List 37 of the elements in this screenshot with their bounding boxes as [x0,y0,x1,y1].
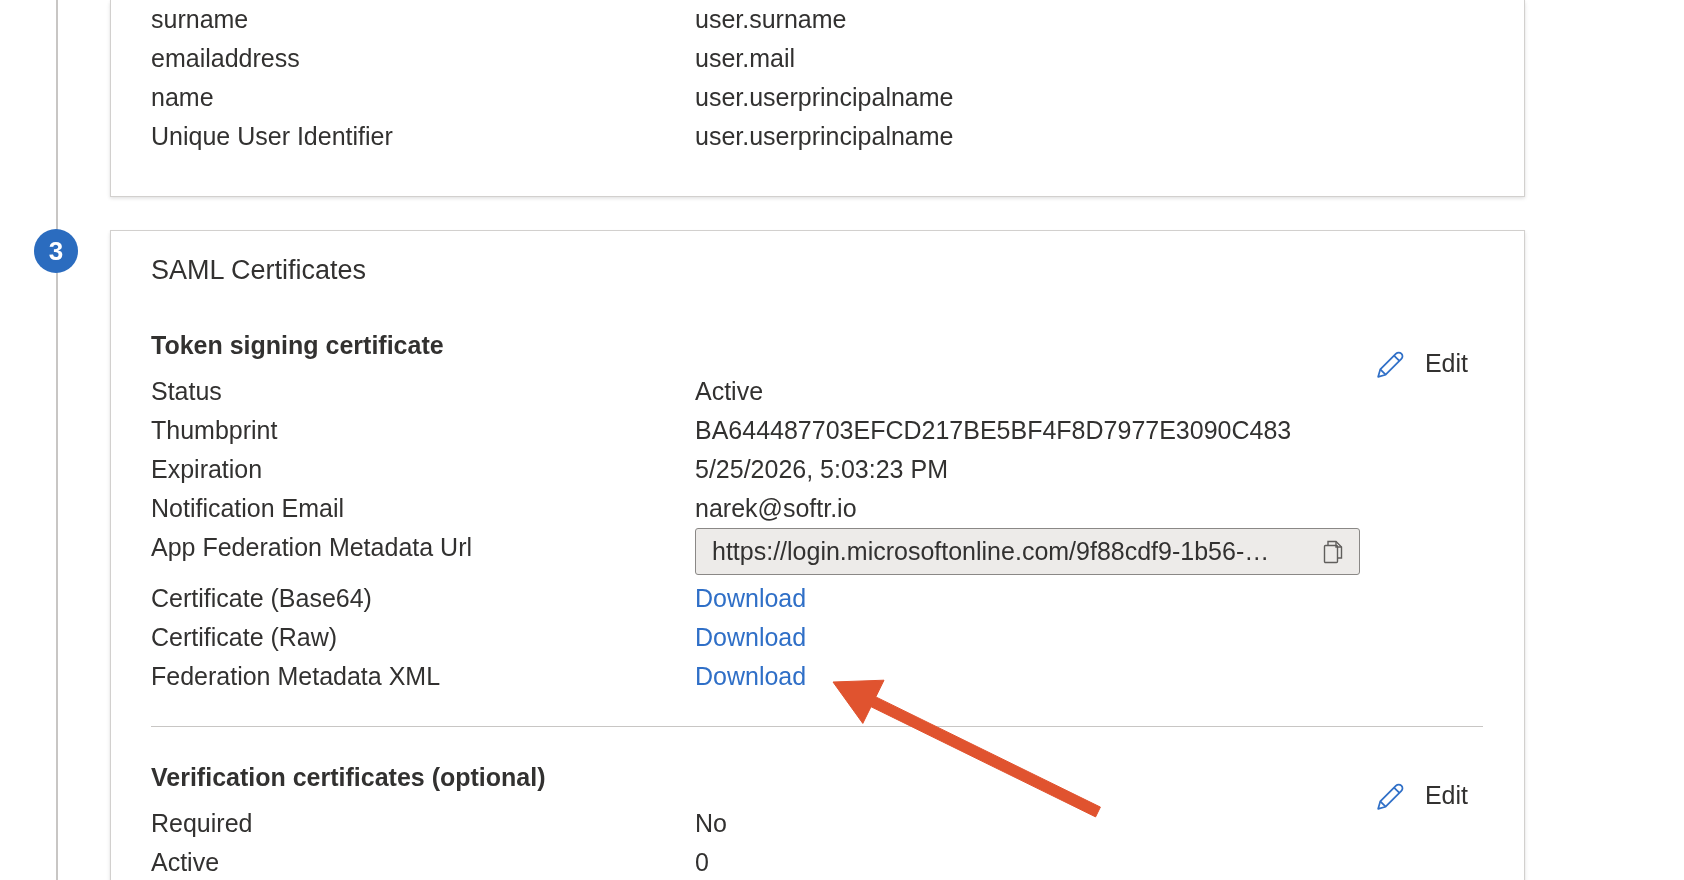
claim-value: user.surname [695,4,848,35]
field-label: Certificate (Raw) [151,622,339,653]
field-label: Expiration [151,454,264,485]
claim-value: user.userprincipalname [695,82,955,113]
claim-name: Unique User Identifier [151,121,394,152]
field-label: Required [151,808,254,839]
copy-icon[interactable] [1323,539,1343,564]
claim-value: user.mail [695,43,797,74]
field-label: Certificate (Base64) [151,583,373,614]
claim-name: surname [151,4,250,35]
field-value: BA644487703EFCD217BE5BF4F8D7977E3090C483 [695,415,1292,446]
edit-button[interactable]: Edit [1368,777,1483,814]
field-value: 0 [695,847,709,878]
section-title: SAML Certificates [151,254,368,286]
download-link[interactable]: Download [695,657,807,696]
field-label: Status [151,376,223,407]
subsection-title: Verification certificates (optional) [151,762,547,793]
subsection-title: Token signing certificate [151,330,445,361]
url-field[interactable]: https://login.microsoftonline.com/9f88cdf9-1b56-… [695,528,1360,575]
edit-button[interactable]: Edit [1368,345,1483,382]
download-link[interactable]: Download [695,579,807,618]
field-value: 5/25/2026, 5:03:23 PM [695,454,948,485]
field-label: Notification Email [151,493,346,524]
claim-name: emailaddress [151,43,301,74]
field-value: No [695,808,727,839]
field-label: Federation Metadata XML [151,661,442,692]
field-value: Active [695,376,764,407]
pencil-icon [1376,781,1405,810]
pencil-icon [1376,349,1405,378]
field-label: Thumbprint [151,415,279,446]
claim-name: name [151,82,215,113]
field-label: App Federation Metadata Url [151,532,473,563]
step-number-badge: 3 [34,229,78,273]
claim-value: user.userprincipalname [695,121,955,152]
field-value: narek@softr.io [695,493,857,524]
field-label: Active [151,847,221,878]
download-link[interactable]: Download [695,618,807,657]
